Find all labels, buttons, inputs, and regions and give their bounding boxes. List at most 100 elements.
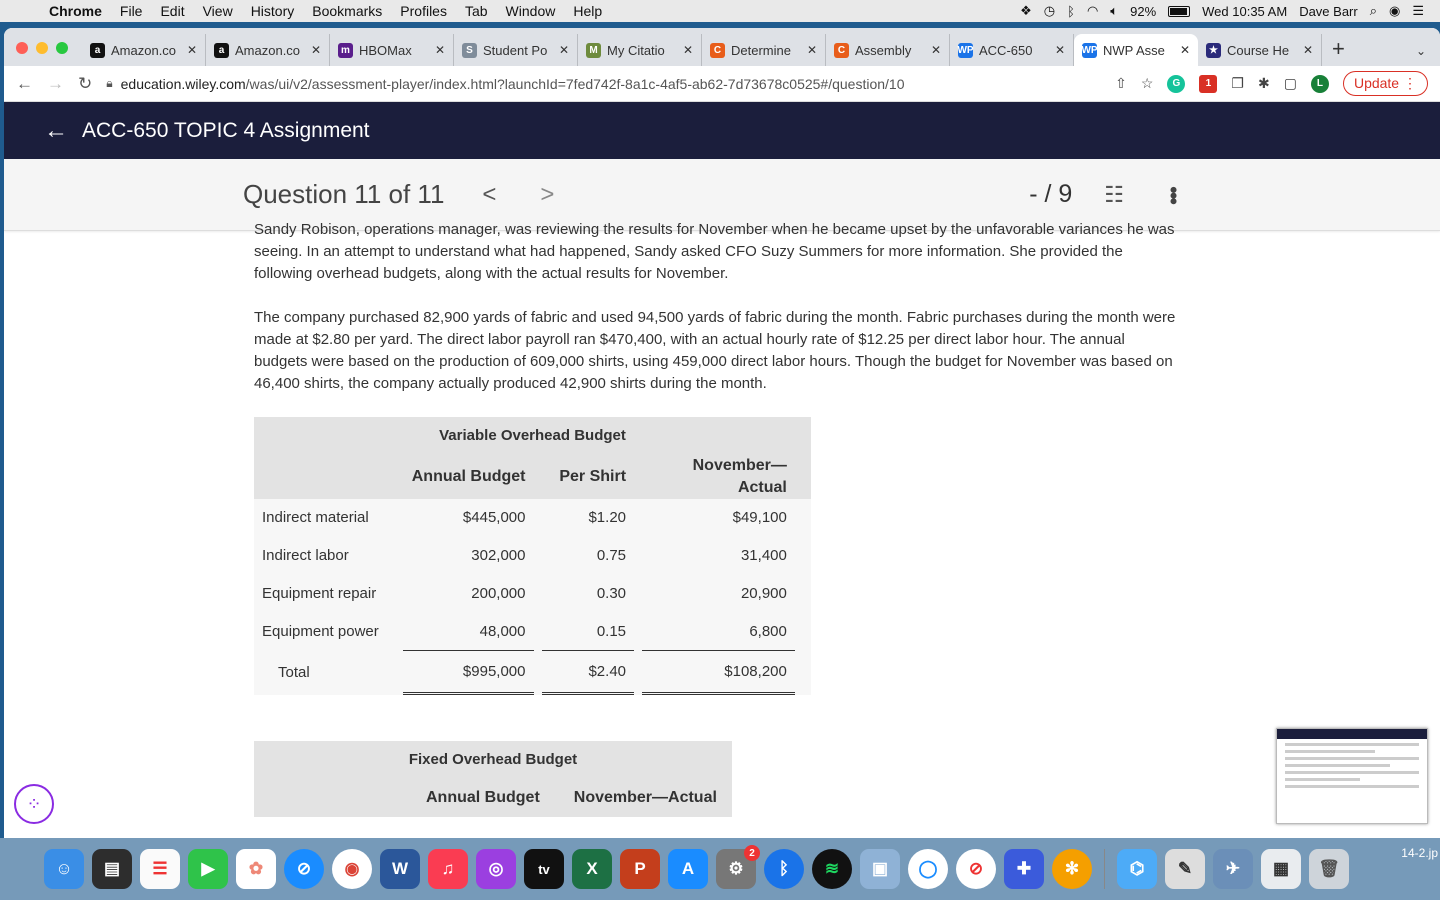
user-name[interactable]: Dave Barr bbox=[1299, 4, 1358, 19]
excel-icon[interactable]: X bbox=[572, 849, 612, 889]
close-window-icon[interactable] bbox=[16, 42, 28, 54]
tab-1[interactable]: a Amazon.co ✕ bbox=[82, 34, 206, 66]
textedit-icon[interactable]: ✎ bbox=[1165, 849, 1205, 889]
tab-8[interactable]: WP ACC-650 ✕ bbox=[950, 34, 1074, 66]
tab-search-icon[interactable]: ⌄ bbox=[1402, 44, 1440, 66]
app-store-icon[interactable]: A bbox=[668, 849, 708, 889]
tab-10[interactable]: ★ Course He ✕ bbox=[1198, 34, 1322, 66]
citation-extension-icon[interactable]: ❐ bbox=[1231, 75, 1244, 92]
november-actual-cell: 20,900 bbox=[740, 585, 787, 602]
per-shirt-cell: $1.20 bbox=[588, 509, 627, 526]
fixed-header-annual-budget: Annual Budget bbox=[426, 789, 540, 806]
share-icon[interactable]: ⇧ bbox=[1115, 75, 1127, 92]
time-machine-icon[interactable]: ◷ bbox=[1044, 3, 1055, 19]
volume-icon[interactable]: 🔈︎ bbox=[1110, 3, 1118, 19]
documents-stack-icon[interactable]: ▦ bbox=[1261, 849, 1301, 889]
screen-recorder-icon[interactable]: ◯ bbox=[908, 849, 948, 889]
news-icon[interactable]: ⊘ bbox=[956, 849, 996, 889]
tab-6[interactable]: C Determine ✕ bbox=[702, 34, 826, 66]
spotify-icon[interactable]: ≋ bbox=[812, 849, 852, 889]
new-tab-button[interactable]: + bbox=[1322, 36, 1355, 66]
menu-bookmarks[interactable]: Bookmarks bbox=[303, 3, 391, 19]
grammarly-extension-icon[interactable]: G bbox=[1167, 74, 1186, 93]
tab-7[interactable]: C Assembly ✕ bbox=[826, 34, 950, 66]
sidebar-icon[interactable]: ▢ bbox=[1284, 75, 1297, 92]
tab-close-icon[interactable]: ✕ bbox=[683, 43, 693, 57]
minimize-window-icon[interactable] bbox=[36, 42, 48, 54]
word-icon[interactable]: W bbox=[380, 849, 420, 889]
total-per-shirt: $2.40 bbox=[541, 651, 635, 695]
cookie-settings-icon[interactable]: ⁘ bbox=[14, 784, 54, 824]
system-preferences-icon[interactable]: ⚙ 2 bbox=[716, 845, 760, 889]
powerpoint-icon[interactable]: P bbox=[620, 849, 660, 889]
tab-close-icon[interactable]: ✕ bbox=[1055, 43, 1065, 57]
tab-close-icon[interactable]: ✕ bbox=[435, 43, 445, 57]
menu-view[interactable]: View bbox=[194, 3, 242, 19]
siri-icon[interactable]: ◉ bbox=[1389, 3, 1400, 19]
keynote-icon[interactable]: ✚ bbox=[1004, 849, 1044, 889]
trash-icon[interactable]: 🗑︎ bbox=[1309, 849, 1349, 889]
menu-help[interactable]: Help bbox=[564, 3, 611, 19]
question-paragraph-2: The company purchased 82,900 yards of fa… bbox=[254, 309, 1176, 392]
tab-5[interactable]: M My Citatio ✕ bbox=[578, 34, 702, 66]
screenshot-thumbnail[interactable] bbox=[1276, 728, 1428, 824]
wifi-icon[interactable]: ◠ bbox=[1087, 3, 1098, 19]
update-button[interactable]: Update ⋮ bbox=[1342, 71, 1428, 96]
activity-monitor-icon[interactable]: ▤ bbox=[92, 849, 132, 889]
menu-file[interactable]: File bbox=[111, 3, 152, 19]
dropbox-icon[interactable]: ❖ bbox=[1020, 3, 1032, 19]
row-label: Equipment power bbox=[262, 623, 379, 640]
menu-edit[interactable]: Edit bbox=[151, 3, 193, 19]
profile-avatar[interactable]: L bbox=[1310, 74, 1329, 93]
tab-close-icon[interactable]: ✕ bbox=[1303, 43, 1313, 57]
menu-tab[interactable]: Tab bbox=[456, 3, 497, 19]
more-options-icon[interactable]: ••• bbox=[1160, 186, 1186, 203]
podcasts-icon[interactable]: ◎ bbox=[476, 849, 516, 889]
tab-close-icon[interactable]: ✕ bbox=[1180, 43, 1190, 57]
battery-icon[interactable] bbox=[1168, 5, 1191, 17]
tab-close-icon[interactable]: ✕ bbox=[187, 43, 197, 57]
facetime-icon[interactable]: ▶ bbox=[188, 849, 228, 889]
extension-badge-icon[interactable]: 1 bbox=[1199, 74, 1218, 93]
flower-app-icon[interactable]: ✻ bbox=[1052, 849, 1092, 889]
safari-icon[interactable]: ⊘ bbox=[284, 849, 324, 889]
reminders-icon[interactable]: ☰ bbox=[140, 849, 180, 889]
url-field[interactable]: 🔒︎ education.wiley.com/was/ui/v2/assessm… bbox=[106, 70, 1101, 98]
forward-arrow-icon[interactable]: → bbox=[47, 74, 64, 94]
menu-window[interactable]: Window bbox=[497, 3, 565, 19]
music-icon[interactable]: ♫ bbox=[428, 849, 468, 889]
tab-4[interactable]: S Student Po ✕ bbox=[454, 34, 578, 66]
reload-icon[interactable]: ↻ bbox=[78, 74, 92, 94]
spotlight-search-icon[interactable]: ⌕ bbox=[1370, 3, 1377, 19]
bluetooth-icon[interactable]: ᛒ bbox=[1067, 4, 1075, 19]
extensions-puzzle-icon[interactable]: ✱ bbox=[1258, 75, 1270, 92]
bluetooth-app-icon[interactable]: ᛒ bbox=[764, 849, 804, 889]
menu-profiles[interactable]: Profiles bbox=[391, 3, 456, 19]
tab-2[interactable]: a Amazon.co ✕ bbox=[206, 34, 330, 66]
tab-favicon-icon: M bbox=[586, 42, 601, 58]
control-center-icon[interactable]: ☰ bbox=[1412, 3, 1424, 19]
zoom-window-icon[interactable] bbox=[56, 42, 68, 54]
downloads-stack-icon[interactable]: ✈ bbox=[1213, 849, 1253, 889]
finder-icon[interactable]: ☺ bbox=[44, 849, 84, 889]
network-icon[interactable]: ⌬ bbox=[1117, 849, 1157, 889]
photos-icon[interactable]: ✿ bbox=[236, 849, 276, 889]
lock-icon[interactable]: 🔒︎ bbox=[106, 76, 112, 91]
tab-close-icon[interactable]: ✕ bbox=[311, 43, 321, 57]
tab-3[interactable]: m HBOMax ✕ bbox=[330, 34, 454, 66]
apple-tv-icon[interactable]: tv bbox=[524, 849, 564, 889]
tab-favicon-icon: C bbox=[710, 42, 725, 58]
tab-close-icon[interactable]: ✕ bbox=[931, 43, 941, 57]
tab-9[interactable]: WP NWP Asse ✕ bbox=[1074, 34, 1198, 66]
tab-close-icon[interactable]: ✕ bbox=[559, 43, 569, 57]
macos-dock: ☺ ▤ ☰ ▶ ✿ ⊘ ◉ W ♫ ◎ tv X P A ⚙ 2 ᛒ ≋ ▣ ◯ … bbox=[0, 838, 1440, 900]
menu-app-name[interactable]: Chrome bbox=[40, 3, 111, 19]
back-arrow-icon[interactable]: ← bbox=[44, 117, 68, 145]
menu-history[interactable]: History bbox=[242, 3, 304, 19]
bookmark-star-icon[interactable]: ☆ bbox=[1141, 75, 1154, 92]
chrome-icon[interactable]: ◉ bbox=[332, 849, 372, 889]
preview-icon[interactable]: ▣ bbox=[860, 849, 900, 889]
tab-close-icon[interactable]: ✕ bbox=[807, 43, 817, 57]
clock[interactable]: Wed 10:35 AM bbox=[1202, 4, 1287, 19]
back-arrow-icon[interactable]: ← bbox=[16, 74, 33, 94]
